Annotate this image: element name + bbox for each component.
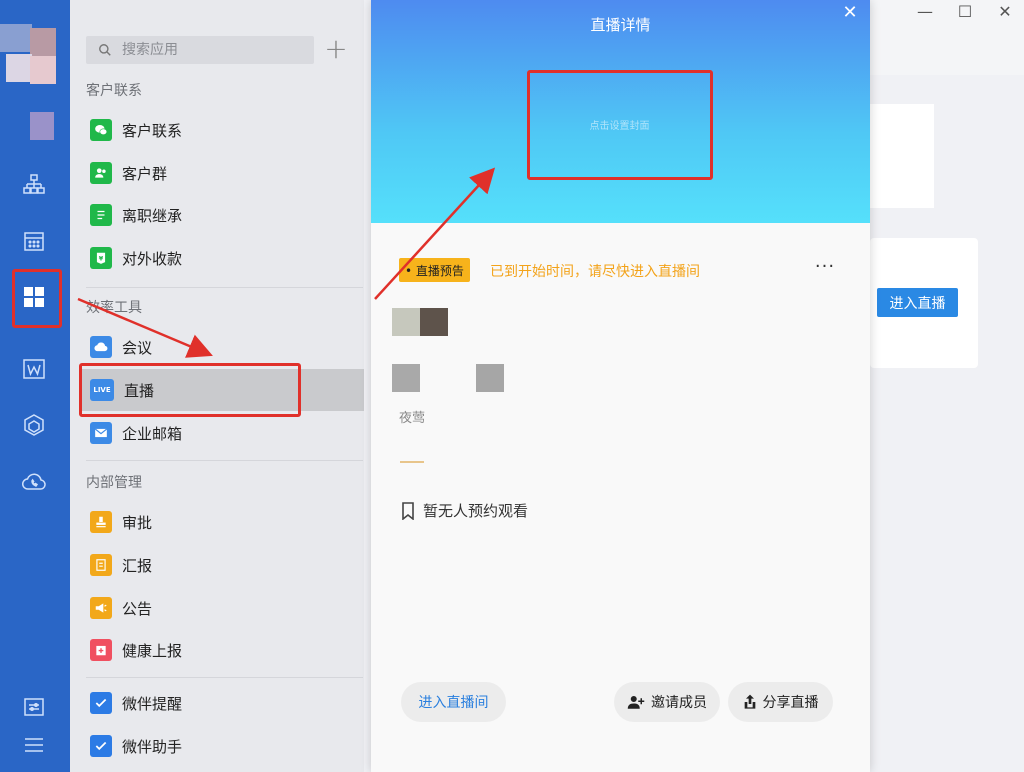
health-icon [90,639,112,661]
window-controls: — ☐ ✕ [914,2,1016,21]
reservation-status: 暂无人预约观看 [401,500,528,521]
document-icon [90,204,112,226]
invite-members-button[interactable]: 邀请成员 [614,682,720,722]
divider [86,287,363,288]
avatar[interactable] [0,24,58,84]
group-icon [90,162,112,184]
checkmark-icon [90,692,112,714]
divider [86,460,363,461]
close-window-icon[interactable]: ✕ [994,2,1016,21]
app-label: 审批 [122,513,153,532]
more-options-icon[interactable]: ··· [813,256,837,282]
app-item-health-report[interactable]: 健康上报 [80,629,363,671]
add-user-icon [627,696,645,709]
share-live-button[interactable]: 分享直播 [728,682,833,722]
host-name: 夜莺 [399,411,426,426]
app-label: 微伴提醒 [122,694,183,713]
maximize-icon[interactable]: ☐ [954,2,976,21]
app-label: 会议 [122,338,153,357]
blurred-image [476,364,504,392]
doc-w-icon[interactable] [17,352,51,386]
svg-text:¥: ¥ [99,254,104,262]
close-icon[interactable]: ✕ [841,2,859,24]
live-icon: LIVE [90,379,114,401]
panel-title: 直播详情 [590,16,651,34]
app-item-announcement[interactable]: 公告 [80,587,363,629]
app-item-weiban-reminder[interactable]: 微伴提醒 [80,682,363,724]
background-card [870,104,934,208]
stamp-icon [90,511,112,533]
share-icon [744,694,755,709]
cloud-phone-icon[interactable] [17,465,51,499]
org-chart-icon[interactable] [17,167,51,201]
divider-dash [400,461,424,463]
app-item-report[interactable]: 汇报 [80,544,363,586]
enter-room-label: 进入直播间 [418,695,489,711]
payment-icon: ¥ [90,247,112,269]
app-label: 离职继承 [122,206,183,225]
app-item-approval[interactable]: 审批 [80,501,363,543]
search-icon [99,44,111,56]
reservation-text: 暂无人预约观看 [423,502,529,520]
live-detail-panel: 直播详情 ✕ 点击设置封面 • 直播预告 已到开始时间，请尽快进入直播间 ···… [371,0,870,772]
workbench-grid-icon[interactable] [17,280,51,314]
app-item-customer-group[interactable]: 客户群 [80,152,363,194]
add-app-button[interactable]: + [324,35,348,64]
app-label: 公告 [122,599,153,618]
app-item-meeting[interactable]: 会议 [80,326,363,368]
app-label: 客户联系 [122,121,183,140]
search-box[interactable] [86,36,314,64]
status-message: 已到开始时间，请尽快进入直播间 [490,264,700,280]
minimize-icon[interactable]: — [914,2,936,21]
app-item-weiban-assistant[interactable]: 微伴助手 [80,725,363,767]
report-icon [90,554,112,576]
left-nav-rail [0,0,70,772]
app-item-enterprise-mail[interactable]: 企业邮箱 [80,412,363,454]
app-label: 微伴助手 [122,737,183,756]
app-item-live[interactable]: LIVE 直播 [80,369,364,411]
app-label: 企业邮箱 [122,424,183,443]
section-title-internal: 内部管理 [86,475,142,491]
app-label: 对外收款 [122,249,183,268]
wechat-chat-icon [90,119,112,141]
settings-sliders-icon[interactable] [17,690,51,724]
set-cover-button[interactable]: 点击设置封面 [526,68,713,180]
share-label: 分享直播 [762,695,819,711]
preview-badge: • 直播预告 [399,258,470,282]
app-list-panel: + 客户联系 客户联系 客户群 离职继承 ¥ 对外收款 效率工具 会议 LIVE… [70,0,364,772]
section-title-efficiency: 效率工具 [86,300,142,316]
blurred-image [392,364,420,392]
enter-room-button[interactable]: 进入直播间 [401,682,506,722]
app-label: 直播 [124,381,155,400]
search-input[interactable] [120,41,300,59]
app-item-external-payment[interactable]: ¥ 对外收款 [80,237,363,279]
meeting-cloud-icon [90,336,112,358]
section-title-customer: 客户联系 [86,83,142,99]
enter-live-button[interactable]: 进入直播 [877,288,958,317]
bookmark-icon [402,501,414,520]
blurred-image [392,308,420,336]
mail-icon [90,422,112,444]
app-item-customer-contact[interactable]: 客户联系 [80,109,363,151]
app-label: 客户群 [122,164,168,183]
app-label: 汇报 [122,556,153,575]
invite-label: 邀请成员 [651,695,707,711]
app-label: 健康上报 [122,641,183,660]
cover-header: 直播详情 ✕ 点击设置封面 [371,0,870,223]
calendar-icon[interactable] [17,224,51,258]
menu-icon[interactable] [17,728,51,762]
megaphone-icon [90,597,112,619]
cube-icon[interactable] [17,408,51,442]
checkmark-icon [90,735,112,757]
blurred-image [420,308,448,336]
divider [86,677,363,678]
avatar-badge [30,112,54,140]
app-item-resignation-inherit[interactable]: 离职继承 [80,194,363,236]
